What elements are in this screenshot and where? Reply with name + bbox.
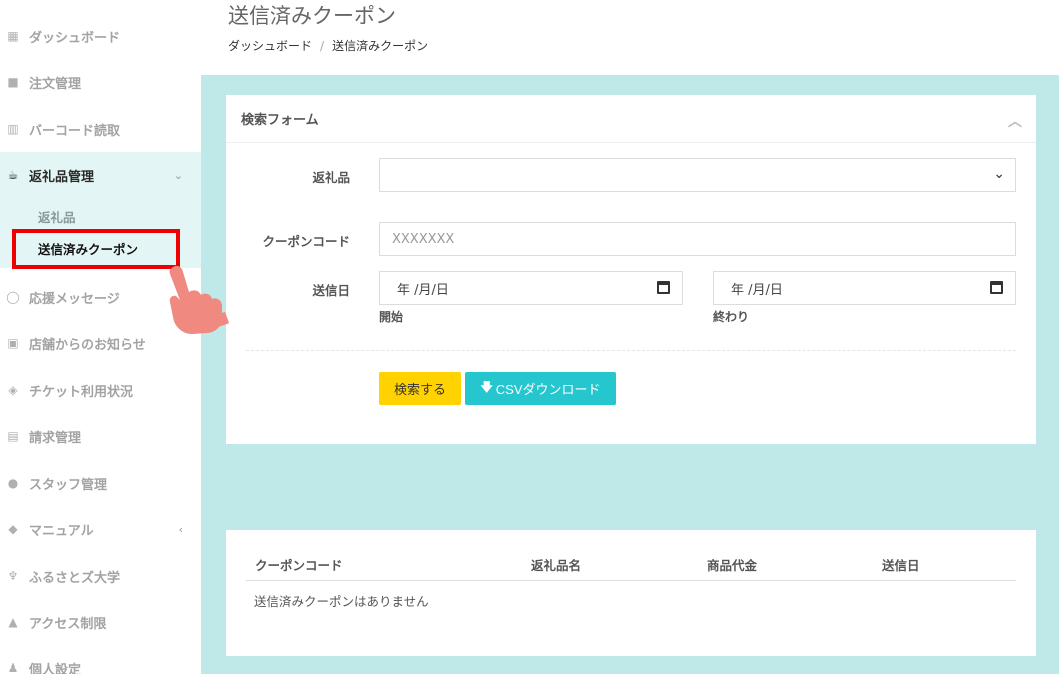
highlight-annotation: [12, 229, 180, 269]
graduation-cap-icon: ◆: [8, 522, 18, 536]
coupon-table-card: クーポンコード 返礼品名 商品代金 送信日 送信済みクーポンはありません: [226, 530, 1036, 656]
barcode-icon: ▥: [7, 122, 19, 136]
date-start-label: 開始: [379, 310, 404, 324]
coupon-code-placeholder: XXXXXXX: [392, 231, 455, 247]
sidebar-item-label: 請求管理: [29, 430, 82, 446]
sidebar-item-label: 注文管理: [29, 76, 82, 92]
csv-download-label: CSVダウンロード: [495, 382, 601, 397]
csv-download-button[interactable]: 🡇 CSVダウンロード: [465, 372, 616, 405]
chevron-down-icon: ⌄: [173, 168, 183, 182]
date-end-input[interactable]: 年 /月/日: [713, 271, 1016, 305]
coupon-code-input[interactable]: XXXXXXX: [379, 222, 1016, 256]
coupon-code-label: クーポンコード: [262, 234, 350, 249]
calendar-icon[interactable]: [990, 281, 1003, 294]
empty-table-message: 送信済みクーポンはありません: [254, 594, 429, 609]
speech-bubble-icon: ◯: [6, 290, 20, 304]
search-form-header[interactable]: 検索フォーム ︿: [226, 95, 1036, 143]
column-header-coupon-code[interactable]: クーポンコード: [255, 555, 343, 574]
sidebar-item-label: 返礼品管理: [29, 169, 95, 185]
sidebar-item-label: 個人設定: [29, 662, 82, 674]
form-divider: [246, 350, 1016, 351]
column-header-gift-name[interactable]: 返礼品名: [531, 555, 581, 574]
download-arrow-icon: 🡇: [480, 380, 493, 394]
app-page: ▦ ダッシュボード ■ 注文管理 ▥ バーコード読取 ☕ 返礼品管理 ⌄ 返礼品…: [0, 0, 1059, 674]
date-end-label: 終わり: [713, 310, 750, 324]
send-date-label: 送信日: [312, 283, 350, 298]
sidebar-item-label: アクセス制限: [29, 616, 107, 632]
sidebar-item-gift-management[interactable]: ☕ 返礼品管理 ⌄: [0, 152, 201, 198]
sidebar-item-label: マニュアル: [29, 523, 94, 539]
search-form-card: 検索フォーム ︿ 返礼品 ⌄ クーポンコード XXXXXXX 送信日 年 /月/…: [226, 95, 1036, 444]
sidebar-item-dashboard[interactable]: ▦ ダッシュボード: [0, 13, 201, 59]
sidebar-item-orders[interactable]: ■ 注文管理: [0, 59, 201, 105]
ticket-icon: ◈: [8, 383, 18, 397]
chevron-up-icon[interactable]: ︿: [1008, 111, 1022, 131]
date-start-value: 年 /月/日: [397, 282, 449, 298]
main-content: 検索フォーム ︿ 返礼品 ⌄ クーポンコード XXXXXXX 送信日 年 /月/…: [201, 75, 1059, 674]
table-header-divider: [246, 580, 1016, 581]
sidebar-subitem-gifts[interactable]: 返礼品: [38, 207, 76, 226]
search-button[interactable]: 検索する: [379, 372, 461, 405]
present-icon: ▣: [7, 336, 19, 350]
breadcrumb-item-current: 送信済みクーポン: [332, 39, 429, 53]
sidebar-item-access-limit[interactable]: ▲ アクセス制限: [0, 599, 201, 645]
user-icon: ♟: [7, 661, 19, 674]
date-end-value: 年 /月/日: [731, 282, 783, 298]
sidebar-item-label: 応援メッセージ: [29, 291, 120, 307]
money-bill-icon: ▤: [7, 429, 19, 443]
warning-icon: ▲: [8, 615, 18, 629]
breadcrumb: ダッシュボード / 送信済みクーポン: [228, 37, 428, 54]
sidebar-item-label: バーコード読取: [29, 123, 121, 139]
gift-box-icon: ☕: [7, 168, 19, 182]
pointing-hand-icon: [169, 265, 230, 334]
shopping-bag-icon: ■: [7, 75, 19, 89]
sidebar-item-label: チケット利用状況: [29, 384, 134, 400]
gift-label: 返礼品: [312, 170, 350, 185]
column-header-send-date[interactable]: 送信日: [882, 555, 920, 574]
search-form-title: 検索フォーム: [241, 113, 319, 128]
gift-select[interactable]: ⌄: [379, 158, 1016, 192]
breadcrumb-separator: /: [320, 39, 325, 53]
sidebar-item-label: ふるさとズ大学: [29, 570, 121, 586]
sidebar-item-personal-settings[interactable]: ♟ 個人設定: [0, 645, 201, 674]
sidebar-item-barcode[interactable]: ▥ バーコード読取: [0, 106, 201, 152]
column-header-price[interactable]: 商品代金: [707, 555, 757, 574]
dashboard-icon: ▦: [7, 29, 19, 43]
sidebar-item-label: スタッフ管理: [29, 477, 108, 493]
users-icon: ●: [7, 476, 19, 490]
chevron-left-icon: ‹: [178, 522, 183, 536]
sidebar-item-billing[interactable]: ▤ 請求管理: [0, 413, 201, 459]
page-title: 送信済みクーポン: [228, 4, 396, 28]
sidebar-item-label: 店舗からのお知らせ: [29, 337, 146, 353]
sidebar-item-staff[interactable]: ● スタッフ管理: [0, 460, 201, 506]
date-start-input[interactable]: 年 /月/日: [379, 271, 683, 305]
sidebar-item-university[interactable]: ♆ ふるさとズ大学: [0, 553, 201, 599]
sidebar-item-label: ダッシュボード: [29, 30, 121, 46]
calendar-icon[interactable]: [657, 281, 670, 294]
sidebar-item-tickets[interactable]: ◈ チケット利用状況: [0, 367, 201, 413]
breadcrumb-item-dashboard[interactable]: ダッシュボード: [228, 39, 312, 53]
sidebar-item-manual[interactable]: ◆ マニュアル ‹: [0, 506, 201, 552]
chevron-down-icon: ⌄: [993, 166, 1005, 182]
trophy-icon: ♆: [7, 569, 19, 583]
